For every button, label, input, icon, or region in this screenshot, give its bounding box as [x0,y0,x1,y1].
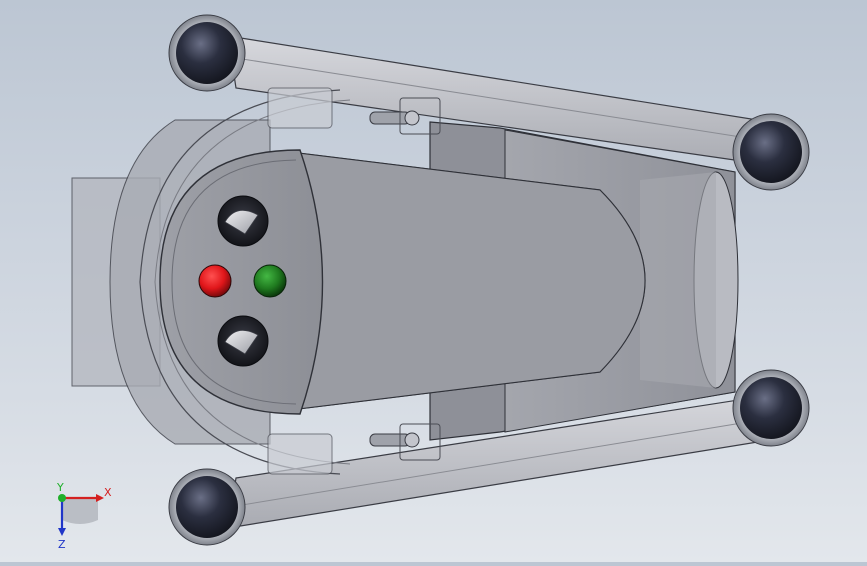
knob-top[interactable] [217,195,269,247]
caster-wheel-top-right[interactable] [732,113,810,191]
axis-triad: X Y Z [56,481,112,551]
triad-z-label: Z [58,538,66,551]
triad-x-label: X [104,486,112,499]
inner-tray[interactable] [289,151,646,411]
triad-y-label: Y [56,481,64,494]
cad-model-view[interactable]: X Y Z [0,0,867,562]
cad-viewport[interactable]: X Y Z [0,0,867,562]
knob-bottom[interactable] [217,315,269,367]
button-red[interactable] [198,264,232,298]
caster-wheel-top-left[interactable] [168,14,246,92]
button-green[interactable] [253,264,287,298]
caster-wheel-bottom-right[interactable] [732,369,810,447]
caster-wheel-bottom-left[interactable] [168,468,246,546]
